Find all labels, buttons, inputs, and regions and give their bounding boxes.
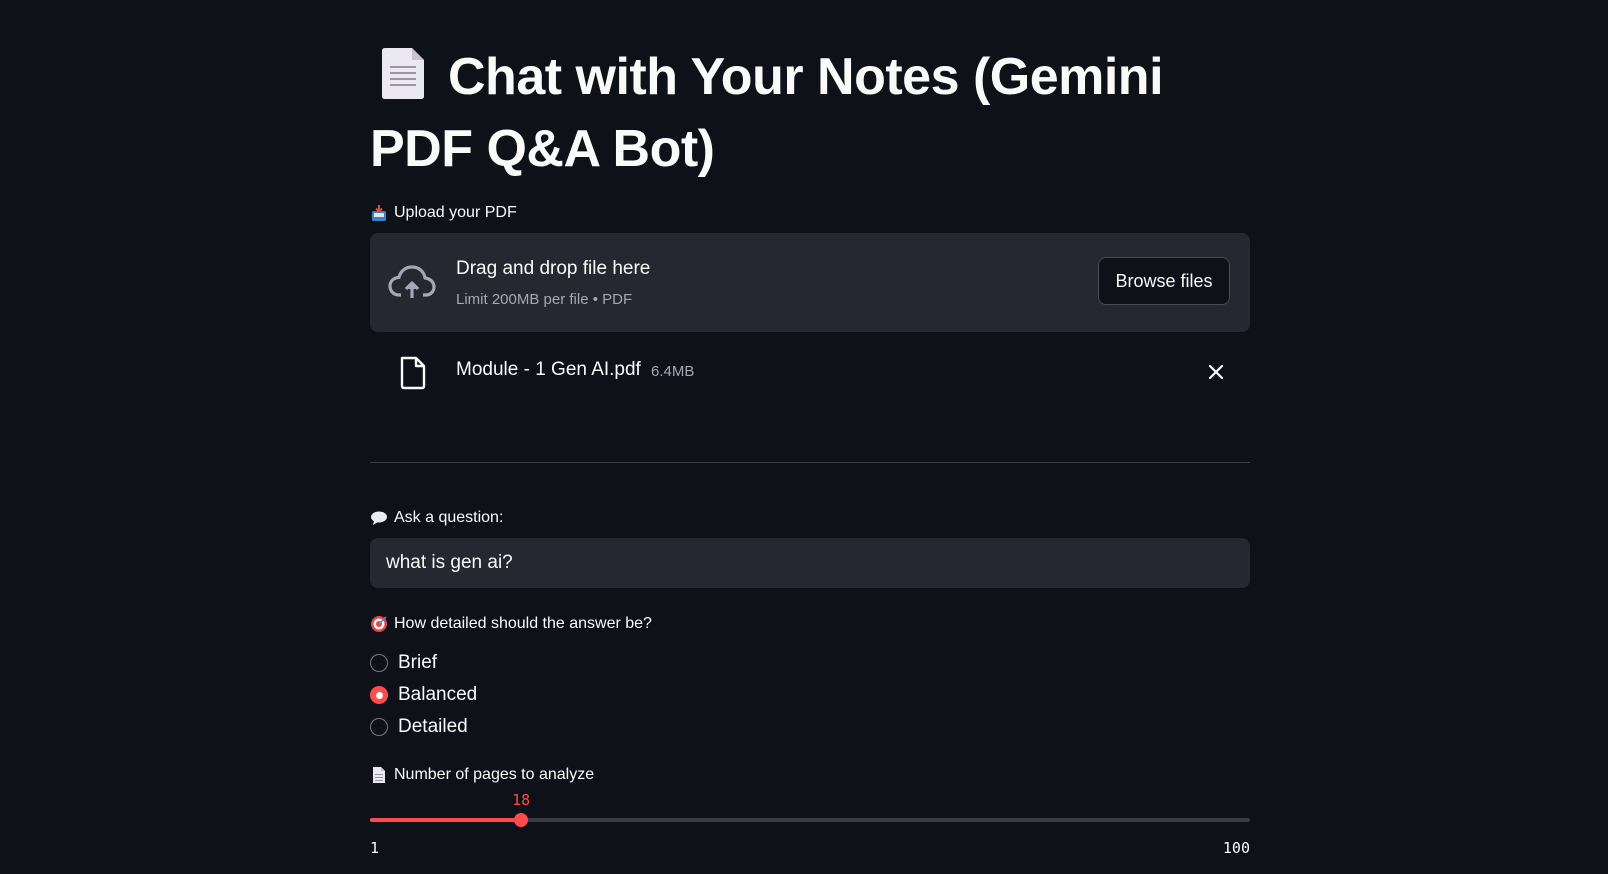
slider-fill — [370, 818, 522, 822]
question-label: Ask a question: — [370, 508, 503, 528]
upload-label: Upload your PDF — [370, 203, 517, 223]
speech-balloon-icon — [370, 509, 388, 527]
slider-value: 18 — [512, 791, 531, 809]
radio-option-brief[interactable]: Brief — [370, 647, 477, 679]
slider-thumb[interactable] — [514, 813, 529, 827]
file-icon — [398, 356, 428, 390]
radio-button-selected[interactable] — [370, 686, 388, 704]
radio-label: Brief — [398, 652, 438, 673]
inbox-tray-icon — [370, 204, 388, 222]
question-label-text: Ask a question: — [394, 509, 504, 526]
uploaded-file-size: 6.4MB — [651, 363, 695, 380]
browse-files-button[interactable]: Browse files — [1098, 257, 1230, 305]
radio-button[interactable] — [370, 654, 388, 672]
uploaded-file-row: Module - 1 Gen AI.pdf 6.4MB — [370, 350, 1250, 392]
page-title: Chat with Your Notes (Gemini PDF Q&A Bot… — [370, 44, 1250, 182]
pages-label-text: Number of pages to analyze — [394, 766, 595, 783]
radio-option-detailed[interactable]: Detailed — [370, 711, 477, 743]
radio-button[interactable] — [370, 718, 388, 736]
detail-label: How detailed should the answer be? — [370, 614, 652, 634]
pages-label: Number of pages to analyze — [370, 765, 594, 785]
detail-radio-group: Brief Balanced Detailed — [370, 647, 477, 743]
close-icon — [1208, 364, 1224, 380]
cloud-upload-icon — [388, 263, 436, 303]
detail-label-text: How detailed should the answer be? — [394, 615, 652, 632]
divider — [370, 462, 1250, 463]
page-title-text: Chat with Your Notes (Gemini PDF Q&A Bot… — [370, 48, 1164, 178]
uploaded-file-name: Module - 1 Gen AI.pdf — [456, 359, 641, 380]
upload-label-text: Upload your PDF — [394, 204, 517, 221]
dropzone-title: Drag and drop file here — [456, 258, 651, 279]
slider-min-label: 1 — [370, 839, 380, 857]
direct-hit-icon — [370, 615, 388, 633]
radio-label: Detailed — [398, 716, 468, 737]
page-facing-up-icon — [370, 766, 388, 784]
radio-option-balanced[interactable]: Balanced — [370, 679, 477, 711]
file-dropzone[interactable]: Drag and drop file here Limit 200MB per … — [370, 233, 1250, 332]
pages-slider[interactable]: 18 1 100 — [370, 791, 1250, 857]
radio-label: Balanced — [398, 684, 478, 705]
remove-file-button[interactable] — [1202, 358, 1230, 386]
slider-max-label: 100 — [1222, 839, 1250, 857]
dropzone-subtitle: Limit 200MB per file • PDF — [456, 291, 633, 308]
question-input[interactable] — [370, 538, 1250, 588]
page-facing-up-icon — [380, 46, 426, 116]
